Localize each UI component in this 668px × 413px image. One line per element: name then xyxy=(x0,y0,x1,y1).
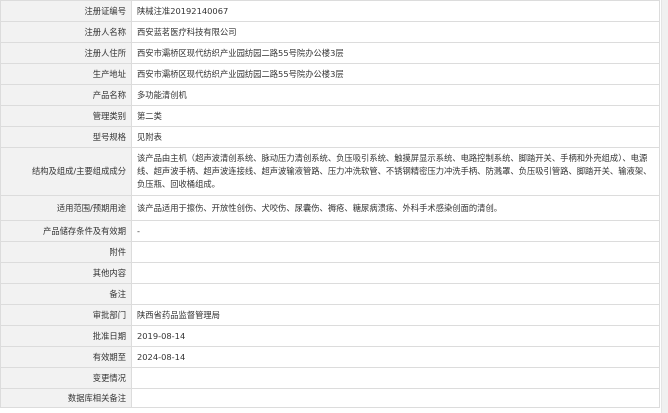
row-value: 陕西省药品监督管理局 xyxy=(131,304,660,326)
table-row: 产品名称 多功能清创机 xyxy=(0,84,660,106)
row-value: 第二类 xyxy=(131,105,660,127)
row-label: 备注 xyxy=(0,283,132,305)
row-value: 见附表 xyxy=(131,126,660,148)
table-row: 数据库相关备注 xyxy=(0,388,660,408)
row-label: 批准日期 xyxy=(0,325,132,347)
table-row: 型号规格 见附表 xyxy=(0,126,660,148)
row-label: 注册人名称 xyxy=(0,21,132,43)
row-value xyxy=(131,262,660,284)
row-value xyxy=(131,241,660,263)
table-row: 附件 xyxy=(0,241,660,263)
table-row: 结构及组成/主要组成成分 该产品由主机（超声波清创系统、脉动压力清创系统、负压吸… xyxy=(0,147,660,196)
row-label: 注册证编号 xyxy=(0,0,132,22)
table-row: 其他内容 xyxy=(0,262,660,284)
row-value: - xyxy=(131,220,660,242)
table-row: 注册人住所 西安市灞桥区现代纺织产业园纺园二路55号院办公楼3层 xyxy=(0,42,660,64)
registration-detail-table: 注册证编号 陕械注准20192140067 注册人名称 西安蓝茗医疗科技有限公司… xyxy=(0,0,660,408)
row-value: 西安市灞桥区现代纺织产业园纺园二路55号院办公楼3层 xyxy=(131,63,660,85)
row-value: 2024-08-14 xyxy=(131,346,660,368)
table-row: 适用范围/预期用途 该产品适用于擦伤、开放性创伤、犬咬伤、尿囊伤、褥疮、糖尿病溃… xyxy=(0,195,660,221)
row-value xyxy=(131,283,660,305)
row-value: 西安市灞桥区现代纺织产业园纺园二路55号院办公楼3层 xyxy=(131,42,660,64)
row-label: 结构及组成/主要组成成分 xyxy=(0,147,132,196)
row-value: 西安蓝茗医疗科技有限公司 xyxy=(131,21,660,43)
row-value: 该产品由主机（超声波清创系统、脉动压力清创系统、负压吸引系统、触摸屏显示系统、电… xyxy=(131,147,660,196)
row-label: 变更情况 xyxy=(0,367,132,389)
table-row: 注册人名称 西安蓝茗医疗科技有限公司 xyxy=(0,21,660,43)
row-value: 多功能清创机 xyxy=(131,84,660,106)
row-label: 型号规格 xyxy=(0,126,132,148)
table-row: 备注 xyxy=(0,283,660,305)
table-row: 注册证编号 陕械注准20192140067 xyxy=(0,0,660,22)
table-row: 产品储存条件及有效期 - xyxy=(0,220,660,242)
row-label: 附件 xyxy=(0,241,132,263)
table-row: 生产地址 西安市灞桥区现代纺织产业园纺园二路55号院办公楼3层 xyxy=(0,63,660,85)
row-label: 审批部门 xyxy=(0,304,132,326)
row-label: 生产地址 xyxy=(0,63,132,85)
row-value: 该产品适用于擦伤、开放性创伤、犬咬伤、尿囊伤、褥疮、糖尿病溃疡、外科手术感染创面… xyxy=(131,195,660,221)
row-label: 管理类别 xyxy=(0,105,132,127)
row-label: 其他内容 xyxy=(0,262,132,284)
row-value: 陕械注准20192140067 xyxy=(131,0,660,22)
row-label: 产品储存条件及有效期 xyxy=(0,220,132,242)
row-label: 适用范围/预期用途 xyxy=(0,195,132,221)
row-label: 数据库相关备注 xyxy=(0,388,132,408)
row-label: 有效期至 xyxy=(0,346,132,368)
row-label: 产品名称 xyxy=(0,84,132,106)
row-label: 注册人住所 xyxy=(0,42,132,64)
row-value xyxy=(131,388,660,408)
table-row: 变更情况 xyxy=(0,367,660,389)
table-row: 审批部门 陕西省药品监督管理局 xyxy=(0,304,660,326)
table-row: 有效期至 2024-08-14 xyxy=(0,346,660,368)
row-value: 2019-08-14 xyxy=(131,325,660,347)
row-value xyxy=(131,367,660,389)
vertical-scrollbar[interactable] xyxy=(661,0,668,413)
table-row: 管理类别 第二类 xyxy=(0,105,660,127)
table-row: 批准日期 2019-08-14 xyxy=(0,325,660,347)
